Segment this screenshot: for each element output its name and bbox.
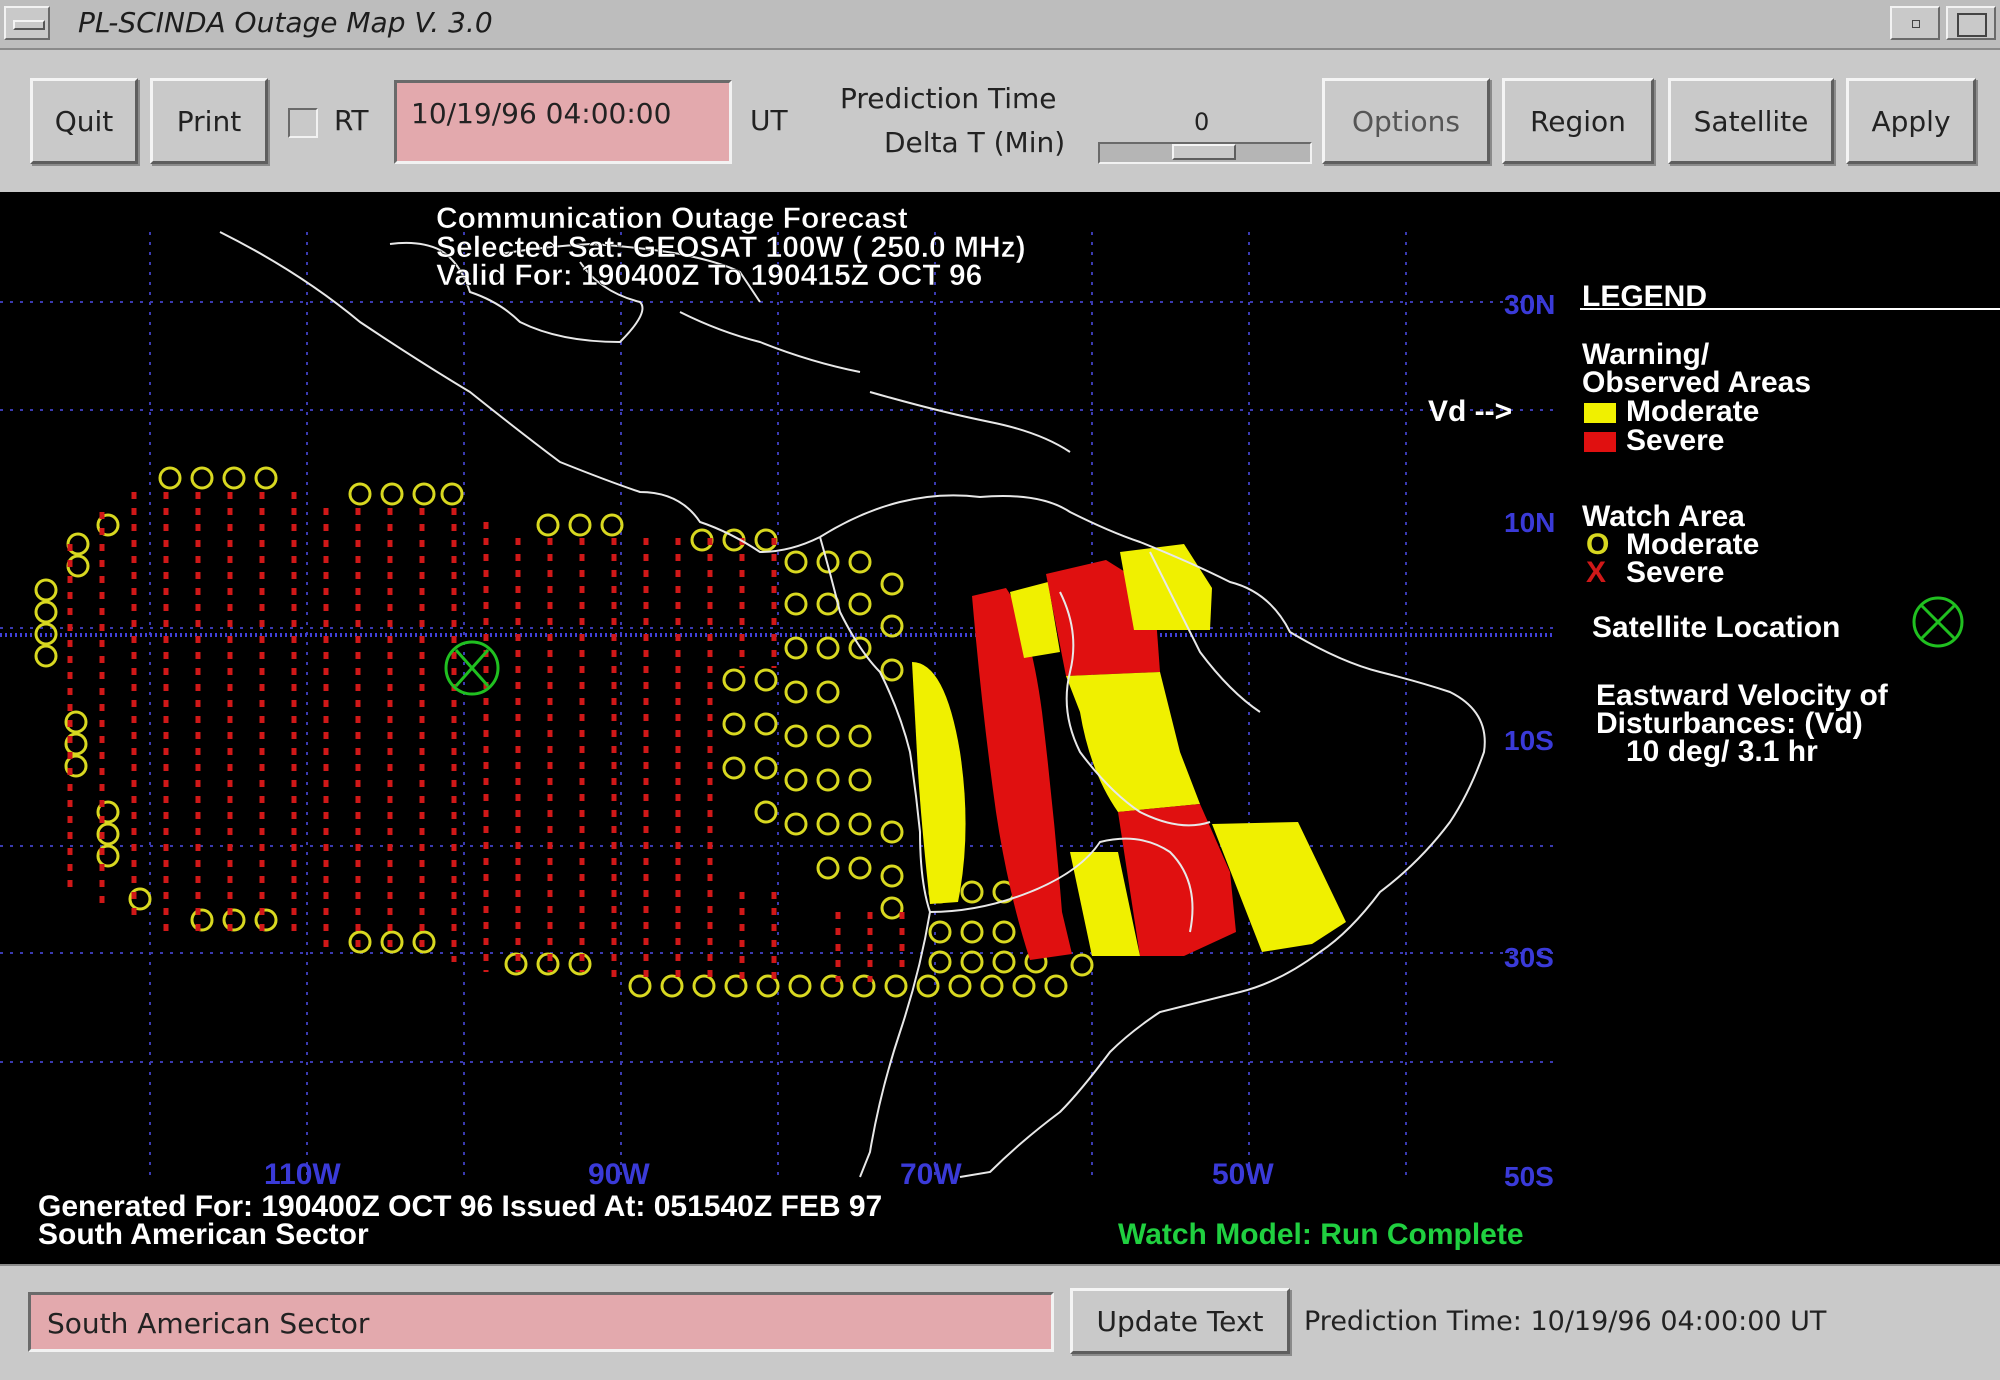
warning-areas [912, 544, 1346, 960]
lat-label-10s: 10S [1504, 725, 1554, 756]
outage-map[interactable]: Communication Outage Forecast Selected S… [0, 192, 2000, 1264]
velocity-line3: 10 deg/ 3.1 hr [1626, 735, 1818, 768]
prediction-time-status: Prediction Time: 10/19/96 04:00:00 UT [1304, 1306, 1827, 1337]
delta-t-value: 0 [1194, 108, 1210, 136]
model-status-text: Watch Model: Run Complete [1118, 1218, 1524, 1251]
satellite-location-label: Satellite Location [1592, 611, 1840, 644]
lat-label-30s: 30S [1504, 942, 1554, 973]
quit-button[interactable]: Quit [30, 78, 138, 164]
map-header: Communication Outage Forecast Selected S… [436, 202, 1026, 293]
apply-button[interactable]: Apply [1846, 78, 1976, 164]
legend-moderate-swatch [1584, 403, 1616, 423]
map-footer: Generated For: 190400Z OCT 96 Issued At:… [38, 1190, 1524, 1251]
rt-checkbox[interactable] [288, 108, 318, 138]
ut-label: UT [750, 104, 788, 137]
window-menu-icon [13, 20, 45, 30]
status-bar: South American Sector Update Text Predic… [0, 1264, 2000, 1380]
coastline-outlines [219, 231, 1486, 1178]
watch-severe-label: Severe [1626, 556, 1724, 589]
datetime-value: 10/19/96 04:00:00 [411, 97, 672, 130]
toolbar: Quit Print RT 10/19/96 04:00:00 UT Predi… [0, 50, 2000, 192]
watch-severe-marker: X [1586, 556, 1606, 589]
minimize-button[interactable] [1890, 6, 1940, 40]
window-title: PL-SCINDA Outage Map V. 3.0 [78, 6, 493, 39]
warning-severe-label: Severe [1626, 424, 1724, 457]
options-button[interactable]: Options [1322, 78, 1490, 164]
window-menu-button[interactable] [4, 6, 50, 40]
maximize-icon [1957, 13, 1987, 37]
valid-period-text: Valid For: 190400Z To 190415Z OCT 96 [436, 259, 982, 292]
sector-text: South American Sector [38, 1218, 369, 1251]
lon-label-110w: 110W [264, 1158, 341, 1191]
lat-label-30n: 30N [1504, 289, 1555, 320]
slider-thumb[interactable] [1172, 144, 1236, 160]
window-titlebar: PL-SCINDA Outage Map V. 3.0 [0, 0, 2000, 50]
sector-text-value: South American Sector [47, 1307, 370, 1340]
prediction-time-label: Prediction Time [840, 82, 1057, 115]
watch-area-severe [67, 492, 905, 982]
datetime-field[interactable]: 10/19/96 04:00:00 [394, 80, 732, 164]
sector-text-field[interactable]: South American Sector [28, 1292, 1054, 1352]
longitude-labels: 110W 90W 70W 50W [264, 1158, 1274, 1191]
maximize-button[interactable] [1946, 6, 1996, 40]
lon-label-70w: 70W [900, 1158, 962, 1191]
lon-label-90w: 90W [588, 1158, 650, 1191]
update-text-button[interactable]: Update Text [1070, 1288, 1290, 1354]
region-button[interactable]: Region [1502, 78, 1654, 164]
minimize-icon [1912, 20, 1920, 28]
legend-satellite-icon [1912, 596, 1964, 648]
lat-label-50s: 50S [1504, 1161, 1554, 1192]
lon-label-50w: 50W [1212, 1158, 1274, 1191]
delta-t-slider[interactable] [1098, 142, 1312, 164]
rt-label: RT [334, 104, 369, 137]
vd-label: Vd --> [1428, 395, 1512, 428]
delta-t-label: Delta T (Min) [884, 126, 1066, 159]
lat-lon-grid [0, 232, 1555, 1177]
map-canvas: Communication Outage Forecast Selected S… [0, 202, 2000, 1251]
satellite-button[interactable]: Satellite [1668, 78, 1834, 164]
legend-severe-swatch [1584, 432, 1616, 452]
print-button[interactable]: Print [150, 78, 268, 164]
lat-label-10n: 10N [1504, 507, 1555, 538]
